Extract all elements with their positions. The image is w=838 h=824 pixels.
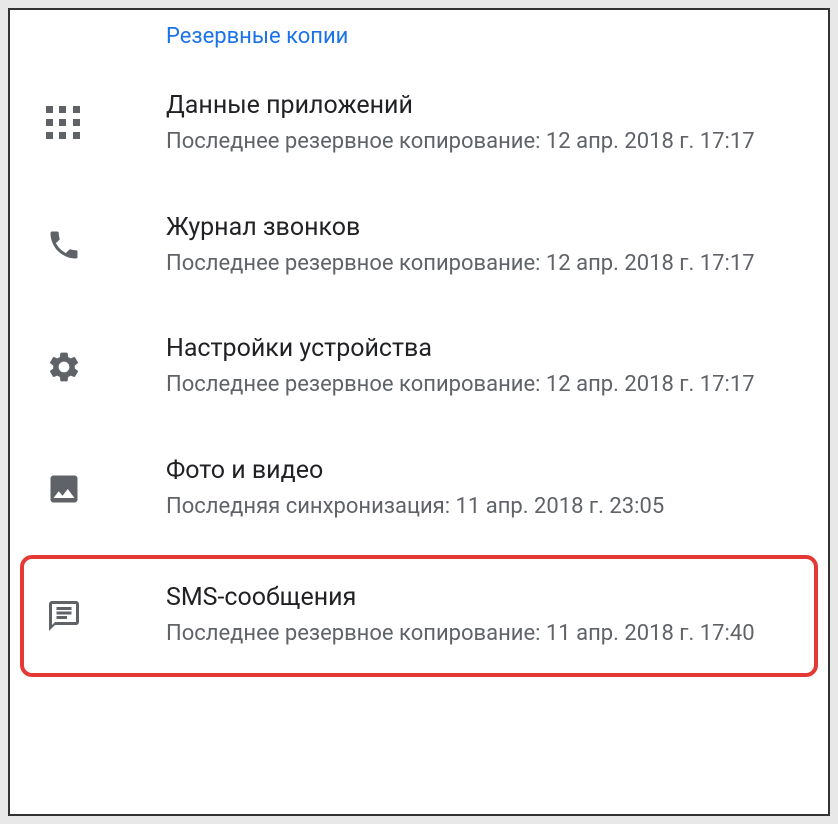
item-subtitle: Последняя синхронизация: 11 апр. 2018 г.…	[166, 493, 808, 522]
item-text: Фото и видео Последняя синхронизация: 11…	[122, 456, 808, 522]
photo-icon	[46, 465, 122, 513]
section-header: Резервные копии	[10, 10, 828, 63]
item-title: Настройки устройства	[166, 334, 808, 363]
item-subtitle: Последнее резервное копирование: 12 апр.…	[166, 250, 808, 279]
item-subtitle: Последнее резервное копирование: 11 апр.…	[166, 620, 804, 649]
list-item-call-log[interactable]: Журнал звонков Последнее резервное копир…	[10, 185, 828, 307]
item-text: SMS-сообщения Последнее резервное копиро…	[122, 583, 804, 649]
item-title: SMS-сообщения	[166, 583, 804, 612]
item-text: Данные приложений Последнее резервное ко…	[122, 91, 808, 157]
list-item-photo-video[interactable]: Фото и видео Последняя синхронизация: 11…	[10, 428, 828, 550]
item-subtitle: Последнее резервное копирование: 12 апр.…	[166, 371, 808, 400]
item-subtitle: Последнее резервное копирование: 12 апр.…	[166, 128, 808, 157]
list-item-app-data[interactable]: Данные приложений Последнее резервное ко…	[10, 63, 828, 185]
phone-icon	[46, 221, 122, 269]
item-title: Данные приложений	[166, 91, 808, 120]
item-title: Фото и видео	[166, 456, 808, 485]
item-title: Журнал звонков	[166, 213, 808, 242]
message-icon	[46, 592, 122, 640]
item-text: Журнал звонков Последнее резервное копир…	[122, 213, 808, 279]
settings-container: Резервные копии Данные приложений Послед…	[8, 8, 830, 816]
list-item-device-settings[interactable]: Настройки устройства Последнее резервное…	[10, 306, 828, 428]
item-text: Настройки устройства Последнее резервное…	[122, 334, 808, 400]
gear-icon	[46, 343, 122, 391]
list-item-sms[interactable]: SMS-сообщения Последнее резервное копиро…	[20, 555, 818, 677]
apps-icon	[46, 100, 122, 148]
